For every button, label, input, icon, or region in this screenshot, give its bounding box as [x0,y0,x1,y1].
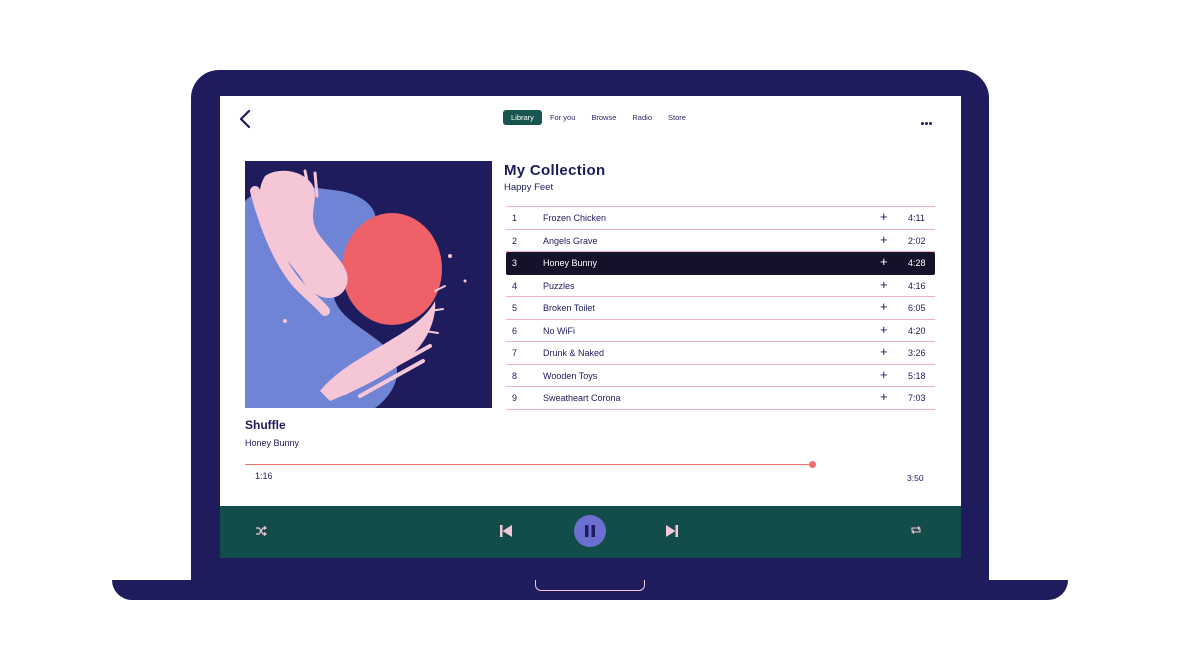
tracklist: 1 Frozen Chicken + 4:11 2 Angels Grave +… [506,206,935,410]
track-number: 6 [512,325,518,336]
add-track-button[interactable]: + [880,300,888,313]
track-number: 8 [512,370,518,381]
add-track-button[interactable]: + [880,233,888,246]
track-duration: 4:16 [908,280,926,291]
add-track-button[interactable]: + [880,278,888,291]
previous-button[interactable] [499,524,513,538]
add-track-button[interactable]: + [880,255,888,268]
track-row[interactable]: 7 Drunk & Naked + 3:26 [506,342,935,365]
repeat-icon [911,526,921,534]
track-title: Wooden Toys [543,370,598,381]
track-title: No WiFi [543,325,575,336]
back-button[interactable] [238,108,252,130]
track-row[interactable]: 9 Sweatheart Corona + 7:03 [506,387,935,410]
collection-subtitle: Happy Feet [504,182,554,193]
track-duration: 4:20 [908,325,926,336]
track-row-active[interactable]: 3 Honey Bunny + 4:28 [506,252,935,275]
add-track-button[interactable]: + [880,323,888,336]
track-duration: 4:28 [908,258,926,268]
track-duration: 2:02 [908,235,926,246]
add-track-button[interactable]: + [880,390,888,403]
playback-mode-label: Shuffle [245,418,286,432]
laptop-base [112,580,1068,600]
track-title: Sweatheart Corona [543,393,621,403]
progress-bar[interactable] [245,464,812,465]
track-number: 2 [512,235,518,246]
more-button[interactable] [921,112,937,125]
tab-library[interactable]: Library [503,110,542,125]
tab-for-you[interactable]: For you [542,110,583,125]
progress-handle[interactable] [809,461,816,468]
track-number: 3 [512,258,518,268]
track-title: Frozen Chicken [543,213,607,223]
track-row[interactable]: 5 Broken Toilet + 6:05 [506,297,935,320]
track-duration: 5:18 [908,370,926,381]
track-title: Angels Grave [543,235,598,246]
repeat-button[interactable] [910,525,922,535]
track-row[interactable]: 1 Frozen Chicken + 4:11 [506,207,935,230]
track-number: 4 [512,280,518,291]
track-row[interactable]: 6 No WiFi + 4:20 [506,320,935,342]
track-number: 7 [512,348,518,358]
track-number: 5 [512,303,518,313]
more-horizontal-icon [921,122,924,125]
elapsed-time: 1:16 [255,471,273,481]
player-controls-bar [220,506,961,558]
track-number: 1 [512,213,518,223]
track-row[interactable]: 4 Puzzles + 4:16 [506,275,935,297]
track-duration: 4:11 [908,213,925,223]
shuffle-icon [256,526,267,536]
app-screen: Library For you Browse Radio Store My Co… [220,96,961,558]
add-track-button[interactable]: + [880,345,888,358]
tab-store[interactable]: Store [660,110,694,125]
track-row[interactable]: 8 Wooden Toys + 5:18 [506,365,935,387]
track-title: Honey Bunny [543,258,598,268]
track-row[interactable]: 2 Angels Grave + 2:02 [506,230,935,252]
pause-icon [585,525,595,537]
now-playing-title: Honey Bunny [245,438,300,448]
tab-browse[interactable]: Browse [583,110,624,125]
more-dot [929,122,932,125]
track-title: Puzzles [543,280,575,291]
shuffle-button[interactable] [254,524,268,538]
add-track-button[interactable]: + [880,210,888,223]
track-duration: 7:03 [908,393,926,403]
add-track-button[interactable]: + [880,368,888,381]
skip-previous-icon [500,525,512,537]
chevron-left-icon [239,109,251,129]
album-artwork-illustration [245,161,492,408]
pause-button[interactable] [574,515,606,547]
track-number: 9 [512,393,518,403]
top-nav: Library For you Browse Radio Store [503,110,694,125]
skip-next-icon [666,525,678,537]
track-title: Broken Toilet [543,303,595,313]
track-title: Drunk & Naked [543,348,605,358]
more-dot [925,122,928,125]
track-duration: 6:05 [908,303,926,313]
tab-radio[interactable]: Radio [624,110,660,125]
next-button[interactable] [665,524,679,538]
collection-title: My Collection [504,162,606,179]
album-artwork [245,161,492,408]
total-time: 3:50 [907,473,924,483]
laptop-notch [535,580,645,591]
track-duration: 3:26 [908,348,926,358]
